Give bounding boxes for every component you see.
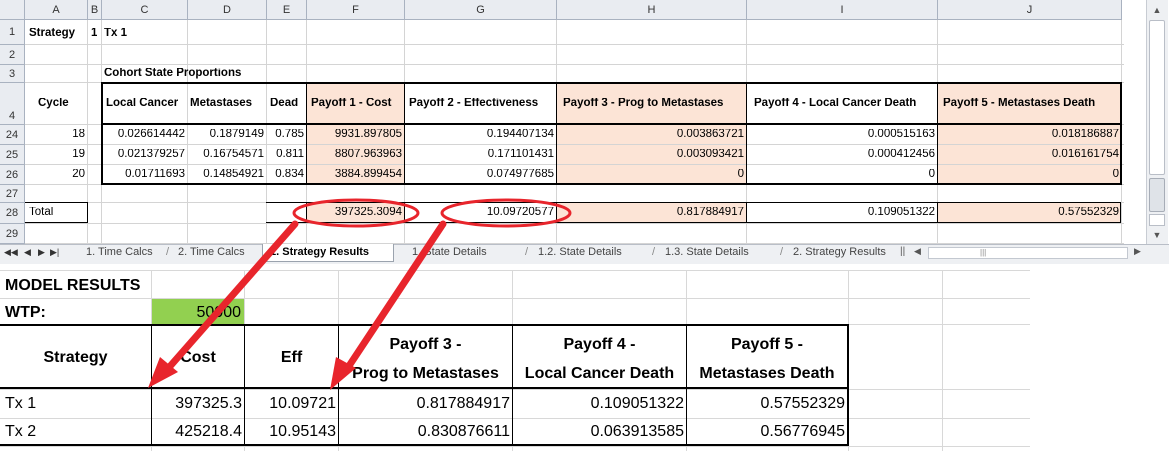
highlight-total-cost-ellipse xyxy=(292,198,420,228)
arrow-cost-line xyxy=(161,220,299,376)
arrow-eff-line xyxy=(341,220,447,376)
annotation-overlay xyxy=(148,198,572,390)
screenshot-composite: A B C D E F G H I J 1 2 3 4 24 25 26 27 … xyxy=(0,0,1169,451)
highlight-total-eff-ellipse xyxy=(440,198,572,228)
